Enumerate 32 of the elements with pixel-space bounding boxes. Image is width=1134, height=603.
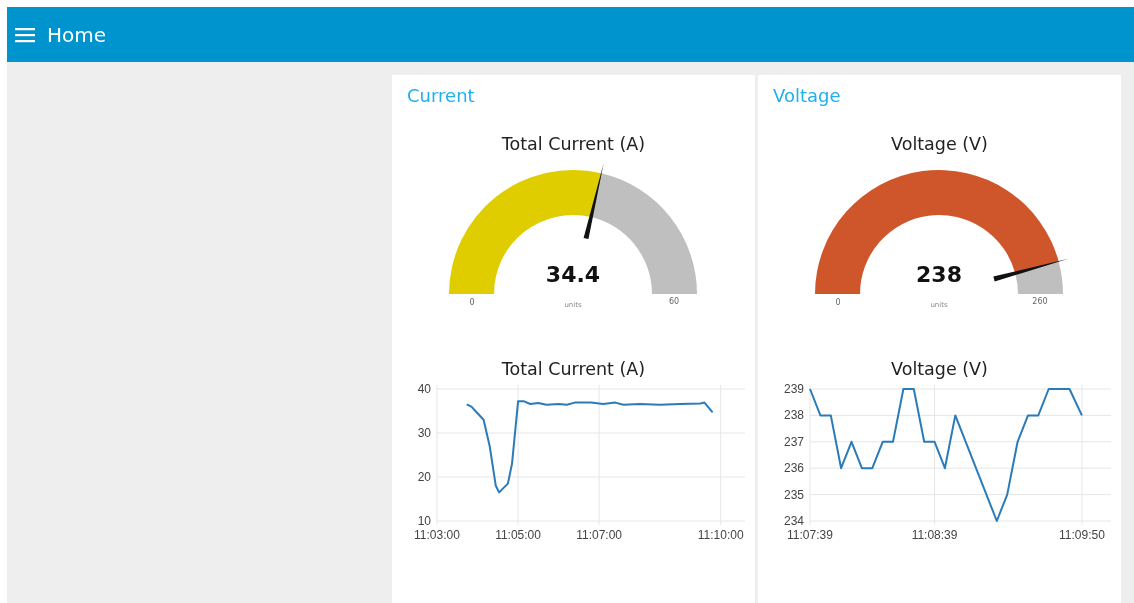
y-axis-label: 10 (417, 514, 431, 528)
gauge-track (1015, 261, 1063, 294)
gauge-max-label: 260 (1032, 297, 1048, 306)
gauge-max-label: 60 (668, 297, 680, 306)
y-axis-label: 238 (783, 408, 804, 423)
chart-title: Voltage (V) (891, 359, 988, 379)
gauge-value: 238 (916, 262, 962, 287)
page-title: Home (47, 22, 107, 47)
x-axis-label: 11:09:50 (1059, 528, 1105, 542)
gauge-title: Total Current (A) (501, 134, 646, 154)
x-axis-label: 11:08:39 (911, 528, 958, 542)
chart-title: Total Current (A) (501, 359, 646, 379)
menu-icon[interactable] (15, 26, 35, 43)
x-axis-label: 11:10:00 (697, 528, 744, 542)
y-axis-label: 239 (783, 382, 804, 396)
y-axis-label: 234 (783, 514, 804, 528)
gauge-min-label: 0 (835, 298, 841, 307)
y-axis-label: 20 (417, 470, 431, 484)
y-axis-label: 30 (417, 426, 431, 440)
y-axis-label: 40 (417, 382, 431, 396)
group-title: Voltage (773, 85, 841, 106)
gauge-min-label: 0 (469, 298, 475, 307)
x-axis-label: 11:07:39 (787, 528, 833, 542)
y-axis-label: 237 (783, 434, 804, 449)
gauge-title: Voltage (V) (891, 134, 988, 154)
x-axis-label: 11:05:00 (495, 528, 541, 542)
y-axis-label: 235 (783, 487, 804, 502)
x-axis-label: 11:03:00 (414, 528, 460, 542)
group-title: Current (407, 85, 475, 106)
y-axis-label: 236 (783, 461, 804, 476)
gauge-value: 34.4 (545, 262, 601, 287)
x-axis-label: 11:07:00 (576, 528, 622, 542)
